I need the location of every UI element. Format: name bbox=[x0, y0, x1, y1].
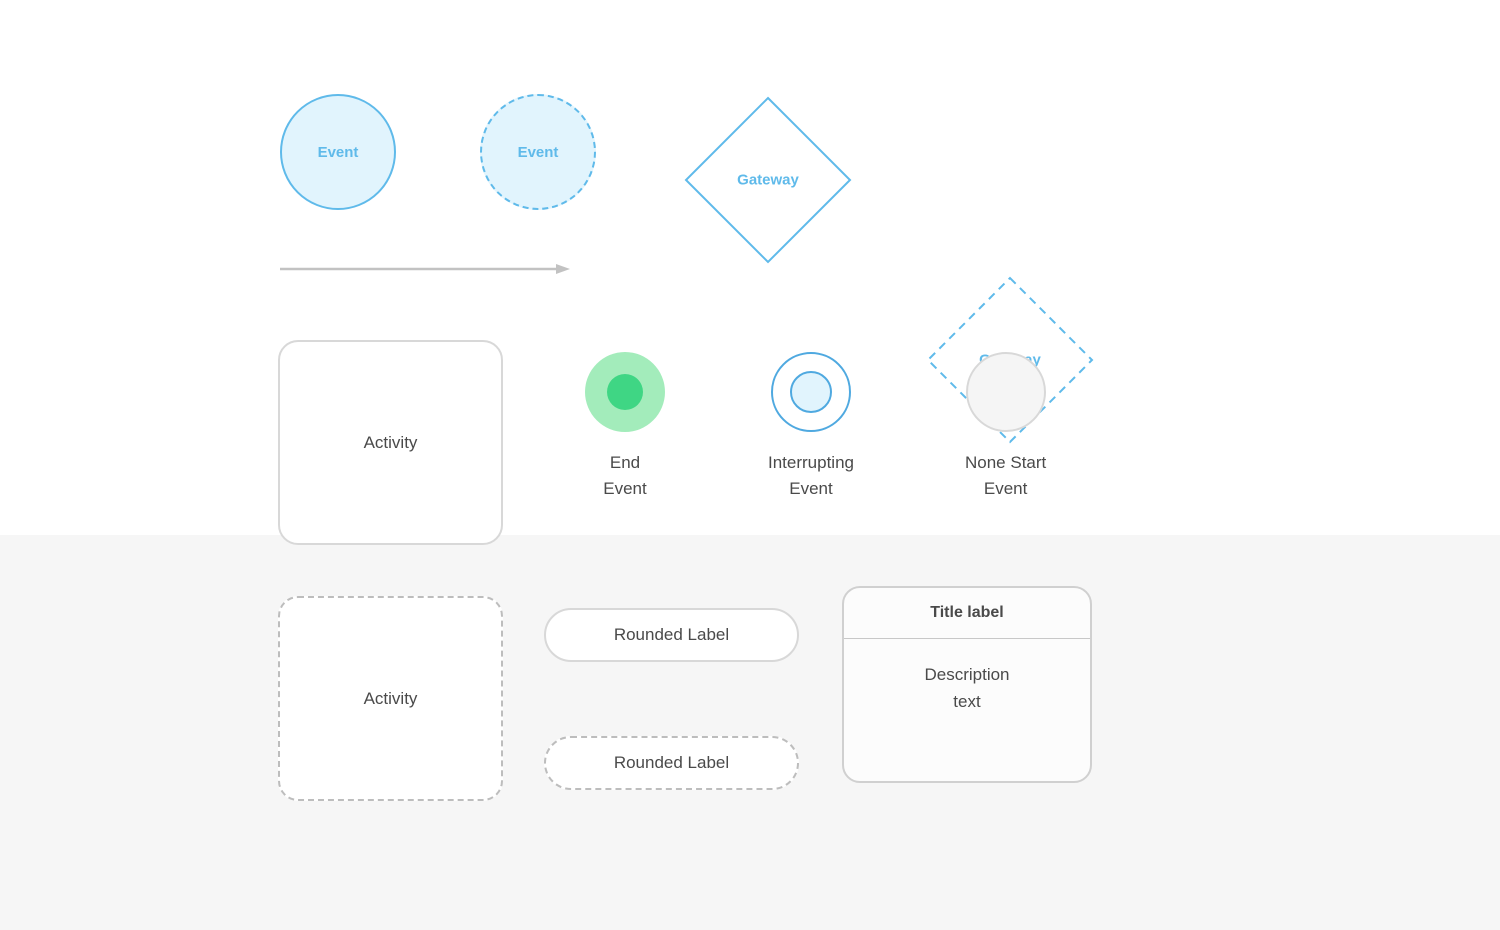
end-event-icon bbox=[585, 352, 665, 432]
event-label: Event bbox=[318, 144, 359, 161]
interrupting-event-shape[interactable]: Interrupting Event bbox=[768, 352, 854, 501]
gateway-label: Gateway bbox=[737, 172, 799, 189]
end-event-label: End Event bbox=[603, 450, 646, 501]
card-title: Title label bbox=[844, 588, 1090, 639]
rounded-label-dashed-shape[interactable]: Rounded Label bbox=[544, 736, 799, 790]
end-event-shape[interactable]: End Event bbox=[585, 352, 665, 501]
lower-background-panel bbox=[0, 535, 1500, 930]
card-description: Description text bbox=[844, 639, 1090, 781]
event-circle-solid-shape[interactable]: Event bbox=[280, 94, 396, 210]
title-description-card-shape[interactable]: Title label Description text bbox=[842, 586, 1092, 783]
activity-solid-shape[interactable]: Activity bbox=[278, 340, 503, 545]
none-start-event-shape[interactable]: None Start Event bbox=[965, 352, 1046, 501]
rounded-label-text: Rounded Label bbox=[614, 753, 729, 773]
activity-label: Activity bbox=[364, 433, 418, 453]
gateway-solid-shape[interactable]: Gateway bbox=[678, 90, 858, 270]
none-start-event-icon bbox=[966, 352, 1046, 432]
event-label: Event bbox=[518, 144, 559, 161]
event-circle-dashed-shape[interactable]: Event bbox=[480, 94, 596, 210]
sequence-flow-arrow[interactable] bbox=[280, 262, 570, 274]
rounded-label-text: Rounded Label bbox=[614, 625, 729, 645]
rounded-label-solid-shape[interactable]: Rounded Label bbox=[544, 608, 799, 662]
none-start-event-label: None Start Event bbox=[965, 450, 1046, 501]
activity-dashed-shape[interactable]: Activity bbox=[278, 596, 503, 801]
interrupting-event-label: Interrupting Event bbox=[768, 450, 854, 501]
arrow-icon bbox=[280, 262, 570, 276]
activity-label: Activity bbox=[364, 689, 418, 709]
interrupting-event-icon bbox=[771, 352, 851, 432]
